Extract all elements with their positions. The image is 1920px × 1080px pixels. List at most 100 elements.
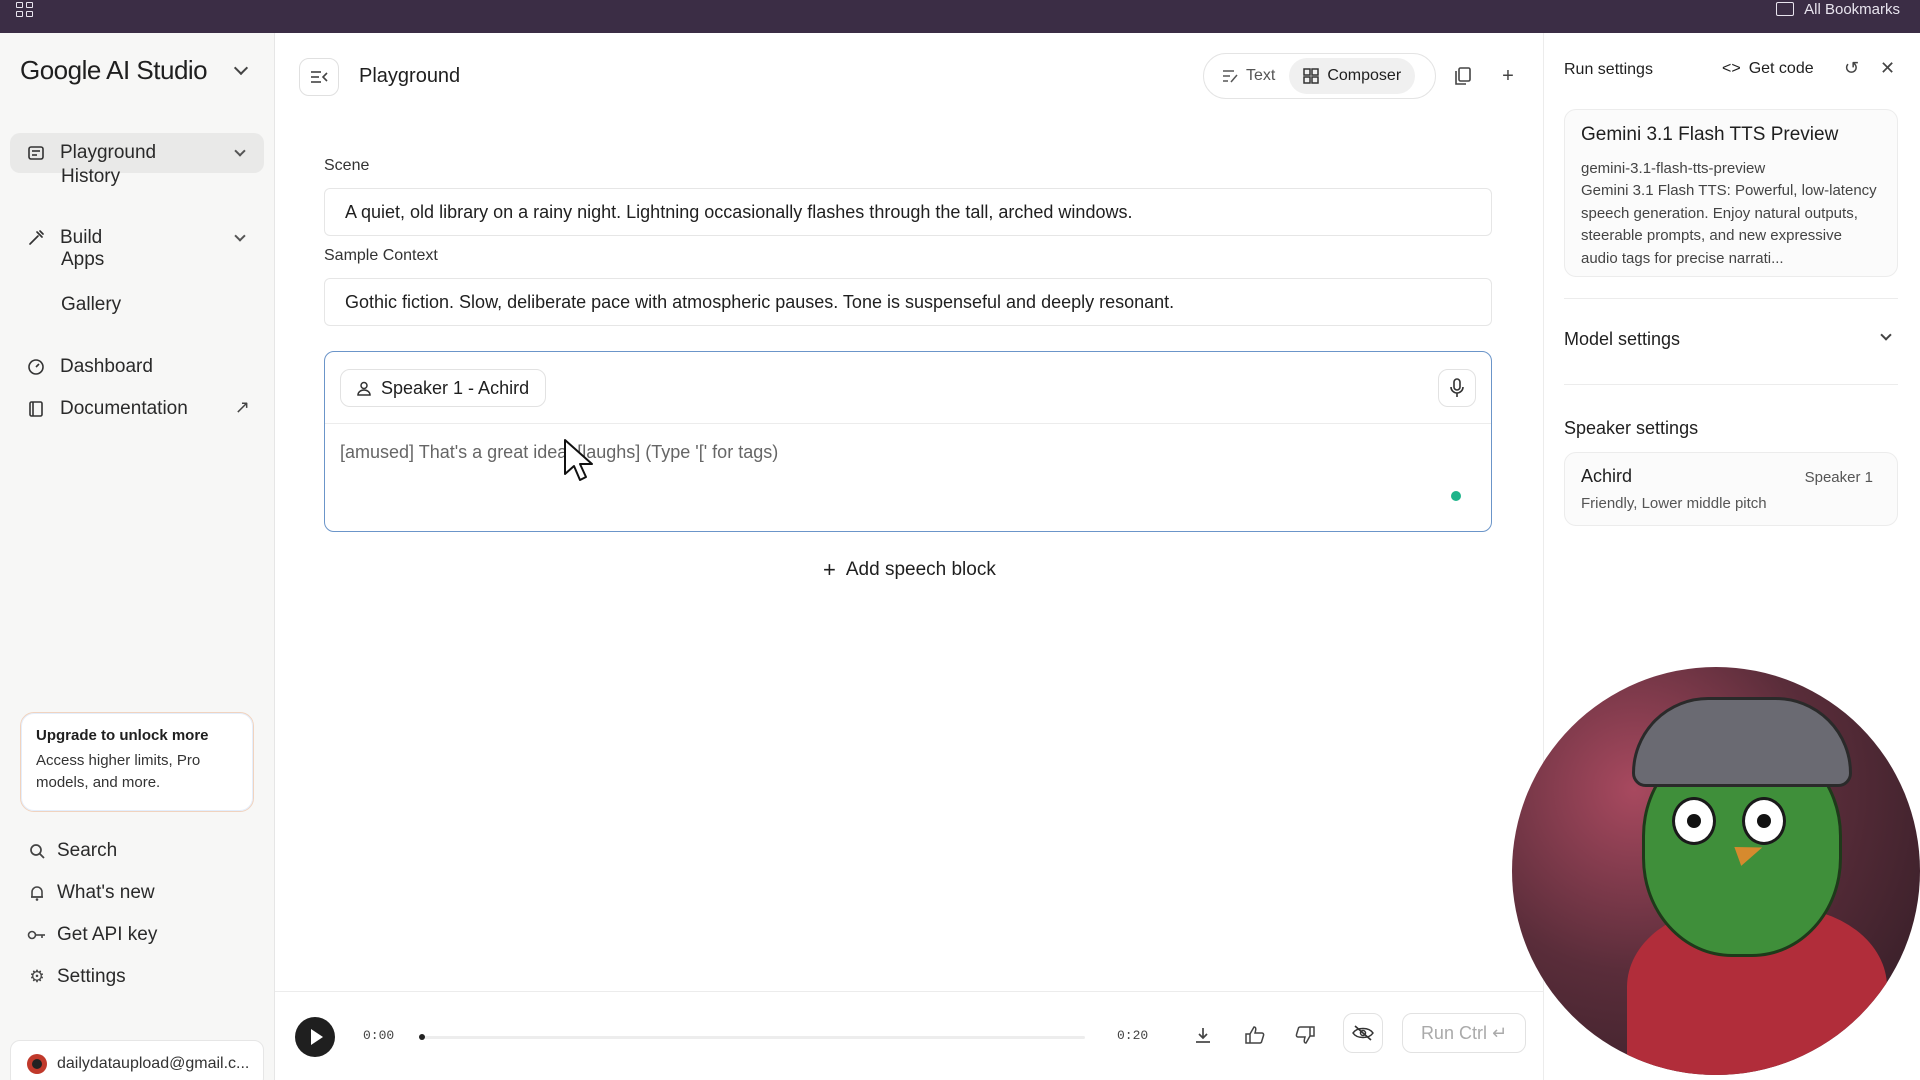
plus-icon: + — [823, 557, 836, 582]
sidebar-search-label: Search — [57, 840, 118, 861]
speaker-selector[interactable]: Speaker 1 - Achird — [340, 369, 547, 407]
toggle-sidebar-button[interactable] — [299, 58, 339, 96]
apps-grid-icon[interactable] — [16, 2, 34, 18]
sidebar-settings-label: Settings — [57, 966, 126, 987]
divider — [1564, 298, 1898, 299]
sidebar-whats-new-label: What's new — [57, 882, 155, 903]
chevron-down-icon — [1880, 329, 1892, 341]
chevron-down-icon — [234, 230, 246, 242]
sidebar-settings[interactable]: ⚙ Settings — [27, 964, 126, 990]
sidebar-item-label: Documentation — [60, 398, 188, 419]
webcam-character-eye — [1742, 797, 1786, 845]
model-description: Gemini 3.1 Flash TTS: Powerful, low-late… — [1581, 182, 1877, 267]
external-link-icon: ↗ — [234, 397, 250, 417]
play-button[interactable] — [295, 1017, 335, 1057]
speech-block: Speaker 1 - Achird [amused] That's a gre… — [324, 351, 1492, 532]
eye-off-icon[interactable] — [1343, 1013, 1383, 1053]
duration-time: 0:20 — [1117, 1028, 1149, 1043]
dashboard-icon — [26, 357, 46, 377]
speaker-settings-heading: Speaker settings — [1564, 418, 1699, 438]
mouse-cursor-icon — [564, 439, 593, 481]
folder-icon — [1776, 2, 1795, 16]
chevron-down-icon[interactable] — [233, 60, 249, 76]
speaker-role: Speaker 1 — [1804, 469, 1873, 486]
person-icon — [357, 381, 371, 396]
main-area: Playground Text Composer + Scene A quiet… — [275, 33, 1543, 1080]
speech-block-header: Speaker 1 - Achird — [325, 352, 1491, 424]
sidebar-item-dashboard[interactable]: Dashboard — [10, 347, 1563, 387]
tab-text-label: Text — [1246, 67, 1276, 84]
sidebar-item-documentation[interactable]: Documentation ↗ — [10, 389, 264, 429]
upgrade-title: Upgrade to unlock more — [36, 727, 209, 744]
page-title: Playground — [359, 65, 461, 87]
sidebar-item-history[interactable]: History — [61, 166, 120, 188]
sidebar-item-label: Playground — [60, 142, 157, 163]
mode-switch: Text Composer — [1203, 53, 1436, 99]
scene-input[interactable]: A quiet, old library on a rainy night. L… — [324, 188, 1492, 236]
current-time: 0:00 — [363, 1028, 395, 1043]
model-name: Gemini 3.1 Flash TTS Preview — [1581, 124, 1839, 145]
audio-player: 0:00 0:20 Run Ctrl ↵ — [275, 991, 1543, 1080]
model-selector-card[interactable]: Gemini 3.1 Flash TTS Preview gemini-3.1-… — [1564, 109, 1898, 277]
upgrade-card[interactable]: Upgrade to unlock more Access higher lim… — [20, 712, 254, 812]
all-bookmarks-label: All Bookmarks — [1804, 0, 1900, 18]
tab-text[interactable]: Text — [1208, 58, 1289, 94]
webcam-overlay — [1512, 667, 1920, 1075]
sidebar-item-label: Dashboard — [60, 356, 153, 377]
audio-progress-slider[interactable] — [419, 1034, 1085, 1040]
get-code-button[interactable]: <> Get code — [1722, 60, 1814, 78]
book-icon — [26, 399, 46, 419]
sidebar-whats-new[interactable]: What's new — [27, 880, 155, 906]
add-speech-block-label: Add speech block — [845, 559, 996, 580]
gear-icon: ⚙ — [29, 967, 45, 986]
status-dot — [1451, 491, 1461, 501]
divider — [1564, 384, 1898, 385]
tab-composer[interactable]: Composer — [1289, 58, 1416, 94]
account-email: dailydataupload@gmail.c... — [57, 1055, 250, 1072]
webcam-character-eye — [1672, 797, 1716, 845]
tab-composer-label: Composer — [1327, 67, 1402, 84]
close-icon[interactable]: ✕ — [1880, 58, 1895, 79]
browser-toolbar: All Bookmarks — [0, 0, 1920, 33]
new-chat-plus-icon[interactable]: + — [1497, 65, 1519, 87]
all-bookmarks-button[interactable]: All Bookmarks — [1776, 0, 1900, 18]
webcam-character-cap — [1632, 697, 1852, 787]
run-button[interactable]: Run Ctrl ↵ — [1402, 1013, 1526, 1053]
speaker-description: Friendly, Lower middle pitch — [1581, 495, 1767, 512]
run-settings-title: Run settings — [1564, 61, 1653, 78]
reset-icon[interactable]: ↺ — [1844, 58, 1859, 79]
progress-handle[interactable] — [419, 1034, 425, 1040]
copy-icon[interactable] — [1452, 65, 1474, 87]
sidebar-item-apps[interactable]: Apps — [61, 249, 104, 271]
sidebar-item-label: Build — [60, 227, 103, 248]
speaker-card[interactable]: Achird Speaker 1 Friendly, Lower middle … — [1564, 452, 1898, 526]
model-id: gemini-3.1-flash-tts-preview — [1581, 160, 1766, 177]
sidebar-search[interactable]: Search — [27, 838, 117, 864]
brand-logo[interactable]: Google AI Studio — [20, 55, 208, 86]
sidebar-item-build[interactable]: Build — [10, 218, 264, 258]
speaker-chip-label: Speaker 1 - Achird — [381, 377, 530, 398]
sidebar-get-api-key[interactable]: Get API key — [27, 922, 157, 948]
microphone-icon[interactable] — [1438, 369, 1476, 407]
add-speech-block-button[interactable]: + Add speech block — [823, 557, 996, 583]
model-settings-toggle[interactable]: Model settings — [1564, 329, 1898, 350]
upgrade-body: Access higher limits, Pro models, and mo… — [36, 752, 201, 791]
left-sidebar: Google AI Studio Playground History Buil… — [0, 33, 1563, 1080]
sidebar-get-api-key-label: Get API key — [57, 924, 158, 945]
sidebar-item-gallery[interactable]: Gallery — [61, 294, 121, 316]
speech-text-input[interactable]: [amused] That's a great idea! [laughs] (… — [340, 442, 778, 463]
chevron-down-icon — [234, 145, 246, 157]
run-button-label: Run Ctrl ↵ — [1420, 1022, 1508, 1043]
thumbs-up-icon[interactable] — [1242, 1022, 1268, 1048]
thumbs-down-icon[interactable] — [1292, 1022, 1318, 1048]
account-switcher[interactable]: dailydataupload@gmail.c... — [10, 1040, 264, 1080]
collapse-sidebar-icon — [311, 71, 328, 83]
bell-icon — [27, 884, 47, 902]
sidebar-item-playground[interactable]: Playground — [10, 133, 264, 173]
get-code-label: Get code — [1748, 60, 1814, 77]
sample-context-input[interactable]: Gothic fiction. Slow, deliberate pace wi… — [324, 278, 1492, 326]
key-icon — [27, 929, 47, 941]
build-icon — [26, 228, 46, 248]
model-settings-label: Model settings — [1564, 329, 1681, 349]
download-icon[interactable] — [1190, 1022, 1216, 1048]
